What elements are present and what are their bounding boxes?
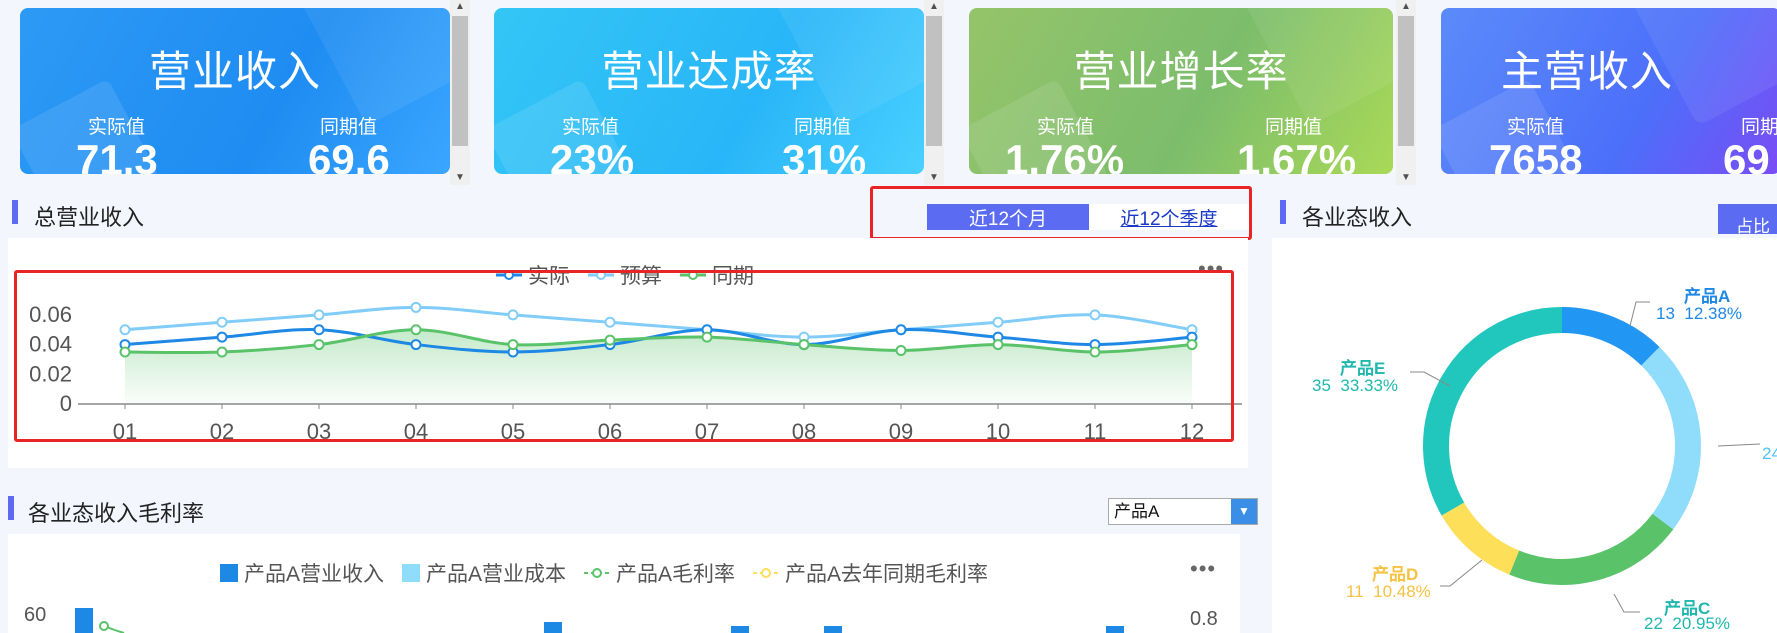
bar-mark bbox=[544, 622, 562, 633]
bar-mark bbox=[824, 626, 842, 633]
margin-point-mark bbox=[99, 621, 109, 631]
bar-mark bbox=[731, 626, 749, 633]
bar-mark bbox=[75, 608, 93, 633]
bar-mark bbox=[1106, 626, 1124, 633]
margin-bar-chart-partial bbox=[75, 608, 1124, 633]
